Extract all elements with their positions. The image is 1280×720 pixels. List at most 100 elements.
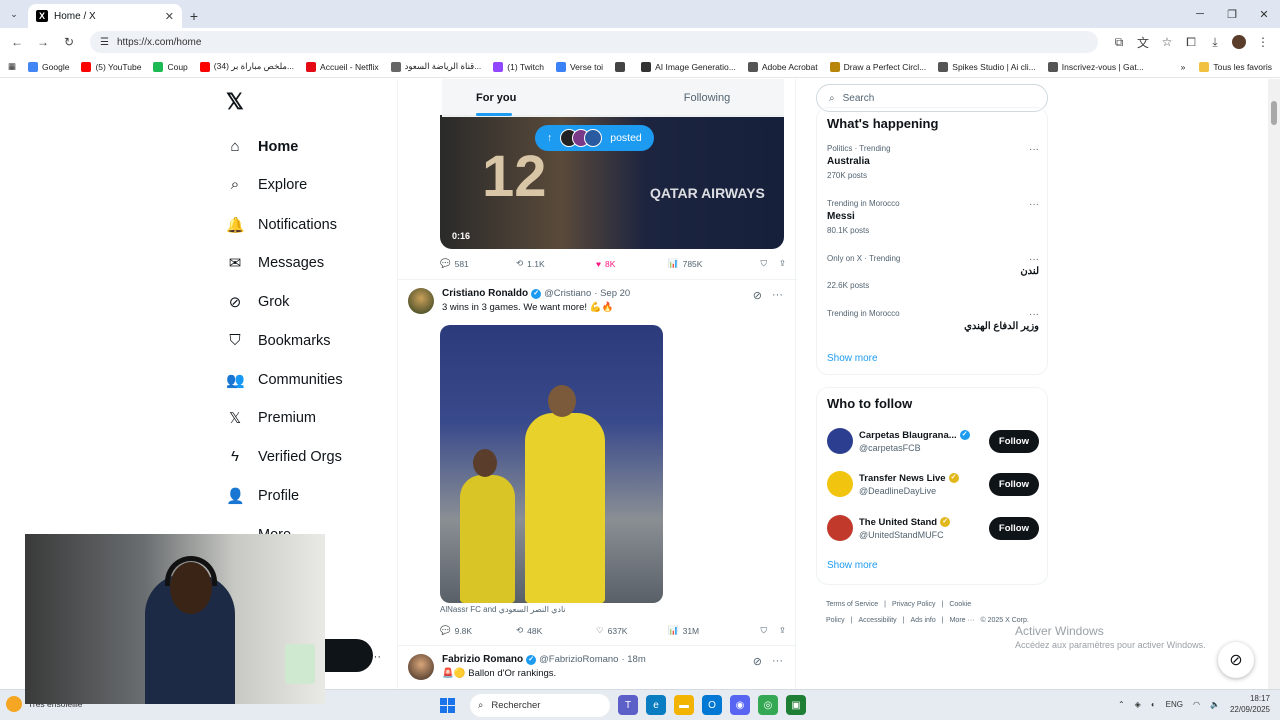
restore-button[interactable]: ❐ [1216, 0, 1248, 28]
show-more-link[interactable]: Show more [827, 560, 878, 571]
more-icon[interactable]: ··· [772, 289, 783, 302]
repost-button[interactable]: ⟲ 1.1K [516, 258, 596, 269]
show-more-link[interactable]: Show more [827, 353, 878, 364]
tweet-time[interactable]: · Sep 20 [594, 288, 630, 299]
avatar[interactable] [408, 288, 434, 314]
bookmark-icon[interactable]: ⛉ [760, 258, 766, 269]
tab-following[interactable]: Following [630, 79, 784, 116]
nav-item-notifications[interactable]: 🔔 Notifications [226, 216, 337, 234]
language-indicator[interactable]: ENG [1166, 700, 1183, 709]
bookmark-icon[interactable]: ⛉ [760, 625, 766, 636]
avatar[interactable] [408, 654, 434, 680]
forward-button[interactable]: → [32, 31, 54, 53]
chevron-up-icon[interactable]: ⌃ [1118, 700, 1125, 709]
trend-item[interactable]: Only on X · Trending لندن 22.6K posts ··· [827, 254, 1039, 290]
tab-search-button[interactable]: ⌄ [0, 0, 28, 28]
tray-app-icon[interactable]: ◐ [1151, 700, 1156, 709]
bookmark-item[interactable]: Accueil - Netflix [306, 61, 379, 72]
close-window-button[interactable]: ✕ [1248, 0, 1280, 28]
grok-fab-button[interactable]: ⊘ [1218, 642, 1254, 678]
close-tab-icon[interactable]: ✕ [165, 10, 174, 23]
more-icon[interactable]: ··· [1029, 309, 1039, 320]
edge-icon[interactable]: e [646, 695, 666, 715]
footer-link[interactable]: Terms of Service [826, 601, 878, 608]
more-icon[interactable]: ··· [1029, 144, 1039, 155]
bookmark-item[interactable]: (1) Twitch [493, 61, 544, 72]
profile-avatar[interactable] [1228, 31, 1250, 53]
bookmark-item[interactable] [615, 61, 629, 72]
bookmark-item[interactable]: Coup [153, 61, 188, 72]
tweet-author-name[interactable]: Fabrizio Romano [442, 654, 523, 665]
bookmark-item[interactable]: قناة الرياضة السعود... [390, 61, 481, 72]
footer-link[interactable]: © 2025 X Corp. [980, 617, 1028, 624]
bookmark-item[interactable]: (34) ملخص مباراة بر... [199, 61, 294, 72]
repost-button[interactable]: ⟲ 48K [516, 625, 596, 636]
nav-item-messages[interactable]: ✉ Messages [226, 254, 324, 272]
follow-suggestion[interactable]: The United Stand ✓ @UnitedStandMUFC Follow [827, 515, 1039, 541]
back-button[interactable]: ← [6, 31, 28, 53]
post-button[interactable] [320, 639, 373, 672]
footer-link[interactable]: Ads info [910, 617, 935, 624]
share-icon[interactable]: ⇪ [779, 258, 786, 269]
follow-button[interactable]: Follow [988, 516, 1039, 540]
address-bar[interactable]: ☰ https://x.com/home [90, 31, 1098, 53]
taskbar-search[interactable]: ⌕ Rechercher [470, 694, 610, 717]
trend-item[interactable]: Trending in Morocco Messi 80.1K posts ··· [827, 199, 1039, 235]
nav-item-explore[interactable]: ⌕ Explore [226, 176, 307, 193]
grok-icon[interactable]: ⊘ [753, 289, 762, 302]
follow-suggestion[interactable]: Transfer News Live ✓ @DeadlineDayLive Follo… [827, 471, 1039, 497]
reply-button[interactable]: 💬 9.8K [440, 625, 516, 636]
views-button[interactable]: 📊 31M [668, 625, 752, 636]
tray-app-icon[interactable]: ◈ [1135, 700, 1141, 709]
share-icon[interactable]: ⇪ [779, 625, 786, 636]
footer-link[interactable]: Accessibility [859, 617, 897, 624]
avatar[interactable] [827, 515, 853, 541]
wifi-icon[interactable]: ◠ [1193, 700, 1200, 709]
file-explorer-icon[interactable]: ▬ [674, 695, 694, 715]
tweet-photo[interactable] [440, 325, 663, 603]
bookmark-item[interactable]: AI Image Generatio... [641, 61, 736, 72]
follow-suggestion[interactable]: Carpetas Blaugrana... ✓ @carpetasFCB Follow [827, 428, 1039, 454]
views-button[interactable]: 📊 785K [668, 258, 752, 269]
install-app-icon[interactable]: ⧉ [1108, 31, 1130, 53]
bookmark-item[interactable]: Google [28, 61, 69, 72]
site-info-icon[interactable]: ☰ [100, 37, 109, 48]
grok-icon[interactable]: ⊘ [753, 655, 762, 668]
nav-item-bookmarks[interactable]: ⛉ Bookmarks [226, 332, 330, 349]
bookmark-item[interactable]: Inscrivez-vous | Gat... [1047, 61, 1144, 72]
new-posts-pill[interactable]: ↑ posted [535, 125, 654, 151]
apps-icon[interactable]: ▦ [8, 61, 16, 72]
extensions-icon[interactable]: ⧠ [1180, 31, 1202, 53]
chrome-menu-icon[interactable]: ⋮ [1252, 31, 1274, 53]
avatar[interactable] [827, 471, 853, 497]
nav-item-home[interactable]: ⌂ Home [226, 138, 298, 155]
more-icon[interactable]: ··· [772, 655, 783, 668]
new-tab-button[interactable]: + [182, 4, 206, 28]
trend-item[interactable]: Trending in Morocco وزير الدفاع الهندي ··· [827, 309, 1039, 332]
follow-button[interactable]: Follow [988, 472, 1039, 496]
nav-item-verified-orgs[interactable]: ϟ Verified Orgs [226, 448, 342, 465]
bookmark-item[interactable]: Draw a Perfect Circl... [829, 61, 926, 72]
nav-item-premium[interactable]: 𝕏 Premium [226, 409, 316, 427]
minimize-button[interactable]: ─ [1184, 0, 1216, 28]
nav-item-grok[interactable]: ⊘ Grok [226, 293, 290, 311]
chrome-icon[interactable]: ◎ [758, 695, 778, 715]
footer-link[interactable]: Privacy Policy [892, 601, 936, 608]
download-icon[interactable]: ⤓ [1204, 31, 1226, 53]
all-bookmarks[interactable]: Tous les favoris [1199, 61, 1272, 72]
scroll-thumb[interactable] [1271, 101, 1277, 125]
reply-button[interactable]: 💬 581 [440, 258, 516, 269]
app-icon[interactable]: ▣ [786, 695, 806, 715]
bookmarks-overflow-icon[interactable]: » [1181, 62, 1186, 72]
tweet-handle[interactable]: @FabrizioRomano [539, 654, 618, 665]
tweet-author-name[interactable]: Cristiano Ronaldo [442, 288, 528, 299]
browser-tab[interactable]: X Home / X ✕ [28, 4, 182, 28]
tweet-time[interactable]: · 18m [621, 654, 645, 665]
volume-icon[interactable]: 🔈 [1210, 700, 1220, 709]
footer-link[interactable]: More ··· [950, 617, 975, 624]
page-scrollbar[interactable] [1268, 79, 1280, 689]
clock[interactable]: 18:17 22/09/2025 [1230, 693, 1270, 715]
bookmark-item[interactable]: Spikes Studio | Ai cli... [938, 61, 1036, 72]
bookmark-item[interactable]: Verse toi [555, 61, 603, 72]
avatar[interactable] [827, 428, 853, 454]
